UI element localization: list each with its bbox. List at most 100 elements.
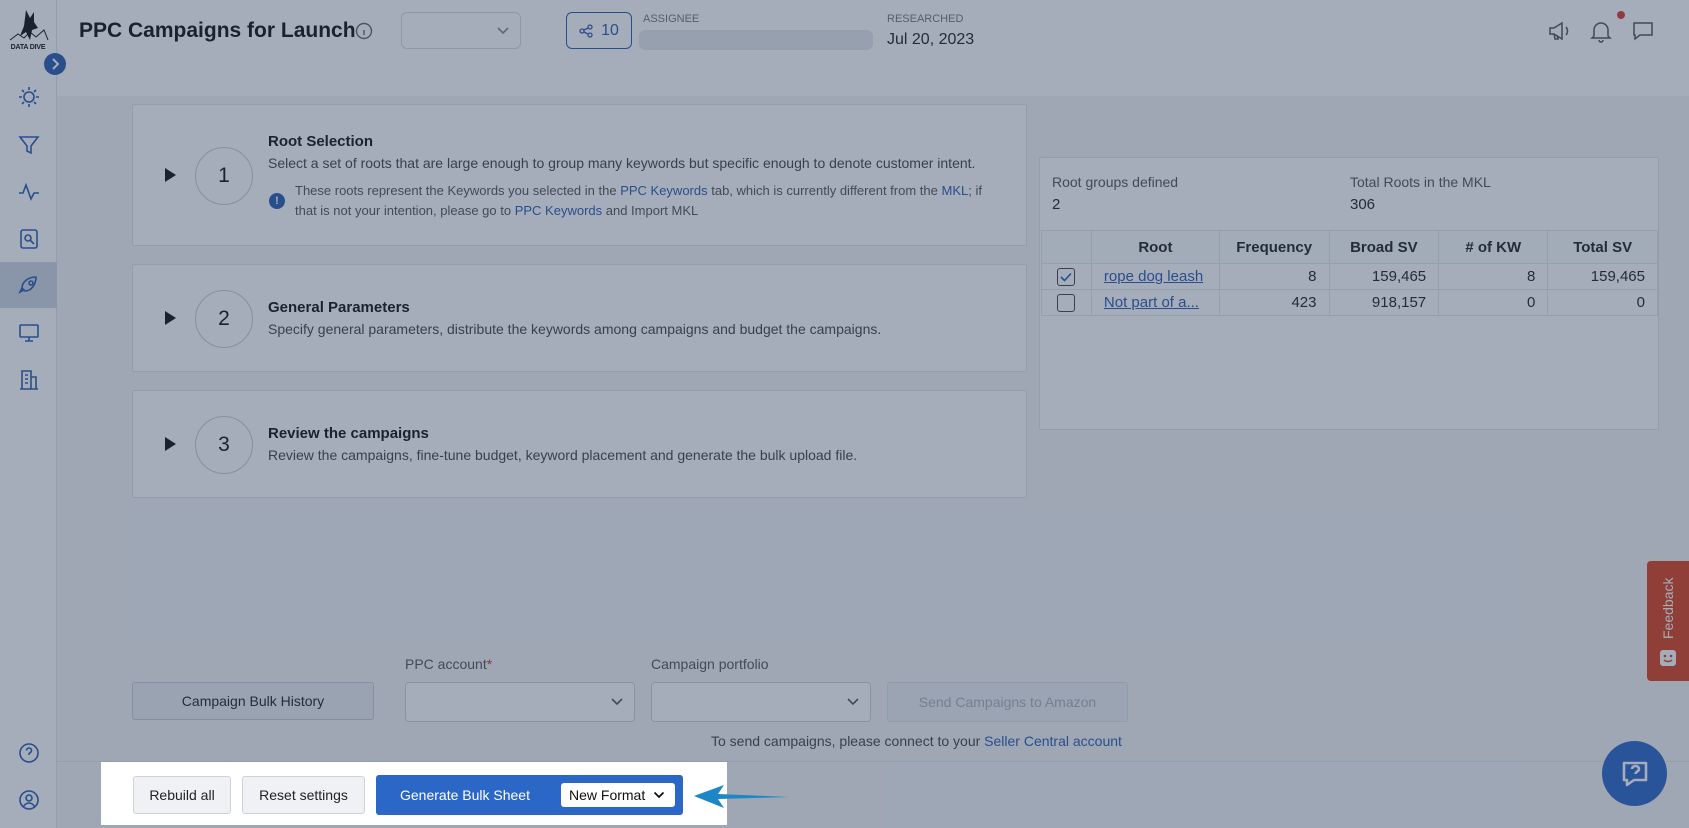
step-number: 2: [195, 290, 253, 348]
campaign-bulk-history-button[interactable]: Campaign Bulk History: [132, 682, 374, 720]
step-title: Review the campaigns: [268, 425, 429, 442]
share-icon: [579, 23, 593, 38]
user-icon: [19, 790, 39, 810]
note-text: These roots represent the Keywords you s…: [295, 183, 621, 198]
root-groups-label: Root groups defined: [1052, 174, 1179, 190]
root-link[interactable]: Not part of a...: [1090, 289, 1220, 316]
chat-support-icon: [1622, 761, 1647, 786]
ppc-account-label: PPC account*: [405, 656, 492, 672]
chevron-down-icon: [654, 791, 665, 799]
ppc-account-select[interactable]: [405, 682, 635, 722]
ppc-keywords-link[interactable]: PPC Keywords: [620, 183, 707, 198]
sidebar-item-monitor[interactable]: [14, 318, 44, 348]
share-button[interactable]: 10: [566, 12, 632, 49]
step-description: Select a set of roots that are large eno…: [268, 155, 976, 171]
note-text: tab, which is currently different from t…: [707, 183, 942, 198]
column-header[interactable]: Root: [1090, 230, 1220, 264]
row-checkbox-cell: [1041, 263, 1092, 290]
root-link[interactable]: rope dog leash: [1090, 263, 1220, 290]
assignee-label: ASSIGNEE: [643, 13, 700, 25]
project-select[interactable]: [401, 12, 521, 49]
format-value: New Format: [569, 787, 646, 803]
campaign-portfolio-label: Campaign portfolio: [651, 656, 769, 672]
frequency-cell: 8: [1218, 263, 1330, 290]
fox-logo-icon: [9, 10, 49, 41]
check-icon: [1060, 272, 1073, 282]
seller-note-text: To send campaigns, please connect to you…: [711, 733, 985, 749]
expand-arrow-icon[interactable]: [165, 437, 176, 451]
ppc-keywords-link[interactable]: PPC Keywords: [515, 203, 602, 218]
sidebar-expand-button[interactable]: [44, 53, 66, 75]
pulse-icon: [19, 182, 39, 202]
total-sv-cell: 0: [1547, 289, 1658, 316]
total-roots-label: Total Roots in the MKL: [1350, 174, 1491, 190]
seller-central-note: To send campaigns, please connect to you…: [711, 733, 1122, 749]
frequency-cell: 423: [1218, 289, 1330, 316]
step-number: 3: [195, 416, 253, 474]
sidebar-item-funnel[interactable]: [14, 130, 44, 160]
column-header[interactable]: Frequency: [1218, 230, 1330, 264]
sidebar-item-analytics[interactable]: [14, 177, 44, 207]
row-checkbox[interactable]: [1057, 293, 1076, 312]
sidebar-item-research[interactable]: [14, 224, 44, 254]
step-title: General Parameters: [268, 299, 410, 316]
sidebar-item-ideas[interactable]: [14, 82, 44, 112]
send-campaigns-button[interactable]: Send Campaigns to Amazon: [887, 682, 1128, 722]
arrow-pointer-icon: [694, 785, 790, 808]
seller-central-link[interactable]: Seller Central account: [984, 733, 1122, 749]
note-text: and Import MKL: [602, 203, 699, 218]
researched-date: Jul 20, 2023: [887, 31, 975, 48]
column-header[interactable]: Total SV: [1547, 230, 1658, 264]
rebuild-all-button[interactable]: Rebuild all: [133, 776, 231, 814]
chat-bubble-icon[interactable]: [1630, 18, 1656, 44]
expand-arrow-icon[interactable]: [165, 311, 176, 325]
notification-dot: [1617, 11, 1625, 19]
chat-support-button[interactable]: [1602, 741, 1667, 806]
highlighted-action-bar: Rebuild all Reset settings Generate Bulk…: [101, 762, 727, 825]
assignee-field[interactable]: [639, 30, 873, 50]
row-checkbox[interactable]: [1057, 267, 1076, 286]
keywords-note: These roots represent the Keywords you s…: [295, 181, 1005, 221]
info-icon[interactable]: [355, 22, 373, 40]
step-description: Review the campaigns, fine-tune budget, …: [268, 447, 858, 463]
bell-icon[interactable]: [1588, 18, 1614, 44]
campaign-portfolio-select[interactable]: [651, 682, 871, 722]
select-column-header: [1041, 230, 1092, 264]
lightbulb-icon: [19, 87, 39, 107]
researched-label: RESEARCHED: [887, 13, 964, 25]
building-icon: [20, 370, 38, 390]
ppc-account-label-text: PPC account: [405, 656, 487, 672]
feedback-label: Feedback: [1660, 577, 1676, 639]
page-header: PPC Campaigns for Launch 10 ASSIGNEE RES…: [57, 0, 1689, 96]
chevron-down-icon: [611, 698, 623, 706]
expand-arrow-icon[interactable]: [165, 168, 176, 182]
format-select[interactable]: New Format: [561, 783, 675, 807]
sidebar-item-company[interactable]: [14, 365, 44, 395]
table-row: rope dog leash 8 159,465 8 159,465: [1041, 263, 1658, 290]
chevron-right-icon: [52, 58, 60, 70]
chevron-down-icon: [497, 27, 509, 35]
megaphone-icon[interactable]: [1546, 18, 1572, 44]
sidebar-item-profile[interactable]: [14, 785, 44, 815]
step-number: 1: [195, 147, 253, 205]
share-count: 10: [601, 21, 619, 39]
row-checkbox-cell: [1041, 289, 1092, 316]
total-sv-cell: 159,465: [1547, 263, 1658, 290]
feedback-tab[interactable]: Feedback: [1647, 561, 1689, 681]
document-search-icon: [20, 229, 38, 249]
logo[interactable]: DATA DIVE: [4, 6, 52, 58]
rocket-icon: [18, 276, 37, 294]
generate-bulk-sheet-label: Generate Bulk Sheet: [400, 787, 530, 803]
sidebar-item-help[interactable]: [14, 738, 44, 768]
sidebar-item-ppc-launch[interactable]: [14, 270, 44, 300]
mkl-link[interactable]: MKL: [941, 183, 968, 198]
feedback-face-icon: [1660, 650, 1676, 666]
filter-icon: [18, 136, 40, 155]
column-header[interactable]: # of KW: [1438, 230, 1549, 264]
column-header[interactable]: Broad SV: [1328, 230, 1440, 264]
generate-bulk-sheet-button[interactable]: Generate Bulk Sheet New Format: [376, 775, 683, 815]
sidebar: DATA DIVE: [0, 0, 66, 828]
help-icon: [19, 743, 39, 763]
reset-settings-button[interactable]: Reset settings: [242, 776, 365, 814]
step-root-selection: 1 Root Selection Select a set of roots t…: [132, 104, 1027, 246]
